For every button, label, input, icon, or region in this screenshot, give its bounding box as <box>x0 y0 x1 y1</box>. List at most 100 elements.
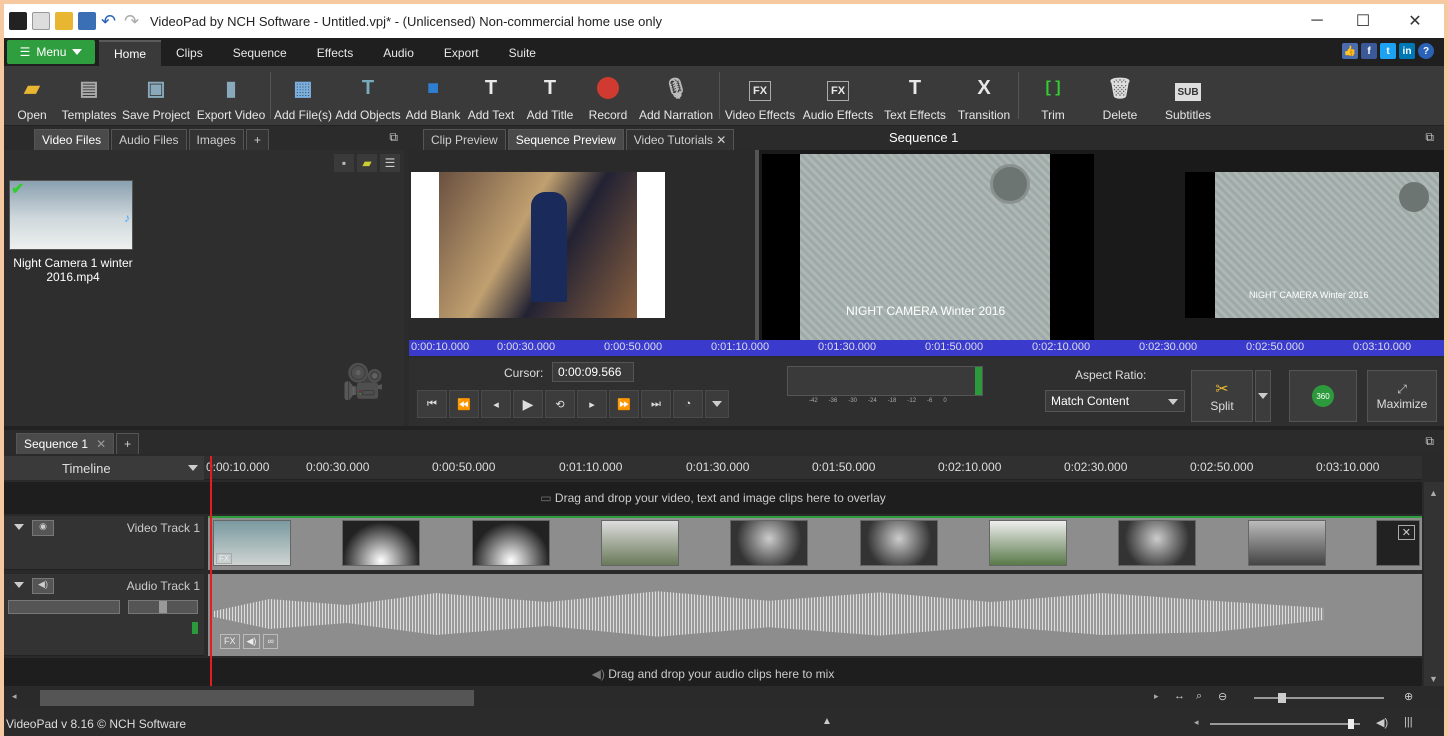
tab-clip-preview[interactable]: Clip Preview <box>423 129 506 150</box>
audio-track-clip[interactable]: FX ◀) ∞ <box>208 574 1422 656</box>
save-icon[interactable] <box>78 12 96 30</box>
master-volume-handle[interactable] <box>1348 719 1354 729</box>
open-folder-icon[interactable] <box>55 12 73 30</box>
speaker-icon[interactable]: ◀) <box>32 578 54 594</box>
transition-button[interactable]: X Transition <box>952 66 1016 125</box>
scroll-right-icon[interactable]: ▸ <box>1154 691 1159 702</box>
clip-thumbnail[interactable]: ✔ ♪ <box>9 180 133 250</box>
speaker-icon[interactable]: ◀) <box>1376 716 1388 729</box>
zoom-in-icon[interactable]: ⊕ <box>1404 690 1413 703</box>
next-clip-icon[interactable]: ⏩ <box>609 390 639 418</box>
transition-icon[interactable]: ✕ <box>1397 525 1415 540</box>
add-text-button[interactable]: T Add Text <box>463 66 519 125</box>
horizontal-scrollbar-thumb[interactable] <box>40 690 474 706</box>
master-volume-slider[interactable] <box>1210 719 1360 729</box>
minimize-button[interactable]: ─ <box>1294 4 1340 38</box>
add-sequence-button[interactable]: + <box>116 433 140 454</box>
undock-icon[interactable]: ⧉ <box>389 130 398 145</box>
add-objects-button[interactable]: T Add Objects <box>333 66 403 125</box>
new-project-icon[interactable] <box>32 12 50 30</box>
record-button[interactable]: Record <box>581 66 635 125</box>
go-to-end-icon[interactable]: ⏭ <box>641 390 671 418</box>
add-title-button[interactable]: T Add Title <box>519 66 581 125</box>
maximize-preview-button[interactable]: ⤢ Maximize <box>1367 370 1437 422</box>
undock-icon[interactable]: ⧉ <box>1425 434 1434 449</box>
scroll-up-icon[interactable]: ▲ <box>1429 488 1438 498</box>
facebook-icon[interactable]: f <box>1361 43 1377 59</box>
video-effects-button[interactable]: FX Video Effects <box>722 66 798 125</box>
timeline-vertical-scrollbar[interactable]: ▲ ▼ <box>1424 482 1444 690</box>
step-back-icon[interactable]: ◂ <box>481 390 511 418</box>
bin-folder-icon[interactable]: ▰ <box>357 154 377 172</box>
tab-images[interactable]: Images <box>188 129 244 150</box>
tab-sequence-preview[interactable]: Sequence Preview <box>507 129 624 150</box>
expand-panel-icon[interactable]: ▲ <box>822 716 832 727</box>
tab-suite[interactable]: Suite <box>494 40 551 66</box>
twitter-icon[interactable]: t <box>1380 43 1396 59</box>
split-dropdown[interactable] <box>1255 370 1271 422</box>
loop-icon[interactable]: ⟲ <box>545 390 575 418</box>
loop-icon[interactable]: ∞ <box>263 634 278 649</box>
volume-icon[interactable]: ◀) <box>242 634 261 649</box>
add-narration-button[interactable]: 🎙 Add Narration <box>635 66 717 125</box>
scroll-down-icon[interactable]: ▼ <box>1429 674 1438 684</box>
delete-button[interactable]: 🗑 Delete <box>1085 66 1155 125</box>
tab-video-files[interactable]: Video Files <box>34 129 110 150</box>
zoom-fit-icon[interactable]: ⌕ <box>1196 690 1202 703</box>
add-blank-button[interactable]: ■ Add Blank <box>403 66 463 125</box>
collapse-track-icon[interactable] <box>14 524 24 530</box>
bin-delete-icon[interactable]: ▪ <box>334 154 354 172</box>
open-button[interactable]: ▰ Open <box>4 66 60 125</box>
tab-audio-files[interactable]: Audio Files <box>111 129 187 150</box>
pan-handle[interactable] <box>159 601 167 613</box>
volume-down-icon[interactable]: ◂ <box>1194 717 1199 728</box>
timeline-ruler[interactable]: 0:00:10.000 0:00:30.000 0:00:50.000 0:01… <box>204 456 1422 480</box>
step-forward-icon[interactable]: ▸ <box>577 390 607 418</box>
preview-splitter[interactable] <box>755 150 759 340</box>
tab-home[interactable]: Home <box>99 40 162 66</box>
tab-sequence-1[interactable]: Sequence 1 ✕ <box>16 433 115 454</box>
cursor-time-field[interactable]: 0:00:09.566 <box>552 362 634 382</box>
split-button[interactable]: ✂ Split <box>1191 370 1253 422</box>
help-icon[interactable]: ? <box>1418 43 1434 59</box>
close-button[interactable]: ✕ <box>1392 4 1438 38</box>
video-track-clip[interactable]: FX ✕ <box>208 516 1422 570</box>
export-video-button[interactable]: ▮ Export Video <box>194 66 268 125</box>
zoom-out-icon[interactable]: ⊖ <box>1218 690 1227 703</box>
list-view-icon[interactable]: ☰ <box>380 154 400 172</box>
fit-width-icon[interactable]: ↔ <box>1174 690 1185 702</box>
zoom-slider-handle[interactable] <box>1278 693 1286 703</box>
save-project-button[interactable]: ▣ Save Project <box>118 66 194 125</box>
linkedin-icon[interactable]: in <box>1399 43 1415 59</box>
volume-slider[interactable] <box>8 600 120 614</box>
fx-badge[interactable]: FX <box>216 553 233 564</box>
undo-icon[interactable]: ↶ <box>101 12 119 30</box>
previous-clip-icon[interactable]: ⏪ <box>449 390 479 418</box>
close-tab-icon[interactable]: ✕ <box>96 437 106 451</box>
tab-export[interactable]: Export <box>429 40 494 66</box>
overlay-drop-zone[interactable]: ▭ Drag and drop your video, text and ima… <box>4 482 1422 514</box>
tab-audio[interactable]: Audio <box>368 40 429 66</box>
tab-clips[interactable]: Clips <box>161 40 218 66</box>
go-to-start-icon[interactable]: ⏮ <box>417 390 447 418</box>
trim-button[interactable]: [ ] Trim <box>1021 66 1085 125</box>
aspect-ratio-select[interactable]: Match Content <box>1045 390 1185 412</box>
add-files-button[interactable]: ▦ Add File(s) <box>273 66 333 125</box>
speed-icon[interactable]: ◔ <box>673 390 703 418</box>
timeline-dropdown-icon[interactable] <box>188 465 198 471</box>
tab-video-tutorials[interactable]: Video Tutorials ✕ <box>625 129 735 150</box>
text-effects-button[interactable]: T Text Effects <box>878 66 952 125</box>
360-button[interactable]: 360 <box>1289 370 1357 422</box>
maximize-button[interactable]: ☐ <box>1340 4 1386 38</box>
playhead[interactable] <box>210 456 212 690</box>
undock-icon[interactable]: ⧉ <box>1425 130 1434 145</box>
preview-ruler[interactable]: 0:00:10.000 0:00:30.000 0:00:50.000 0:01… <box>409 340 1444 356</box>
subtitles-button[interactable]: SUB Subtitles <box>1155 66 1221 125</box>
pan-slider[interactable] <box>128 600 198 614</box>
main-menu-button[interactable]: ☰ Menu <box>7 40 95 64</box>
fx-badge[interactable]: FX <box>220 634 240 649</box>
audio-effects-button[interactable]: FX Audio Effects <box>798 66 878 125</box>
collapse-track-icon[interactable] <box>14 582 24 588</box>
redo-icon[interactable]: ↷ <box>124 12 142 30</box>
play-icon[interactable]: ▶ <box>513 390 543 418</box>
